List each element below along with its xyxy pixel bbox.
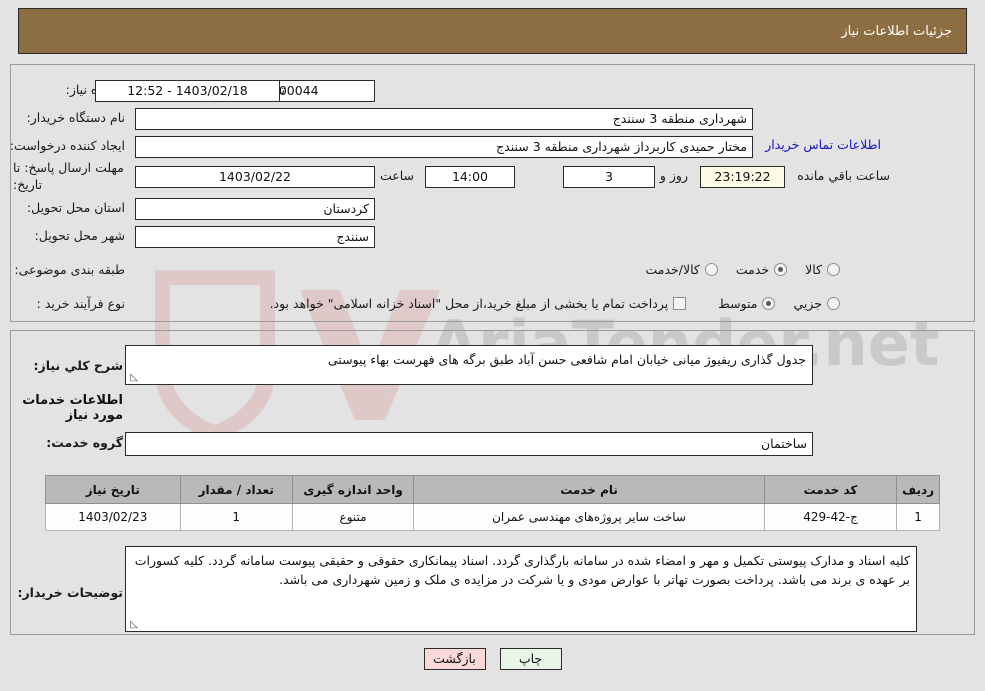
description-label-wrap: شرح کلي نیاز: bbox=[34, 358, 123, 373]
service-group-label-wrap: گروه خدمت: bbox=[46, 435, 123, 450]
cell-need-date: 1403/02/23 bbox=[45, 503, 181, 531]
buyer-notes-label-wrap: توضیحات خریدار: bbox=[17, 585, 123, 600]
cell-name: ساخت سایر پروژه‌های مهندسی عمران bbox=[413, 503, 765, 531]
radio-selected-icon[interactable] bbox=[774, 263, 788, 276]
buyer-org-label: نام دستگاه خریدار: bbox=[26, 110, 125, 125]
province-label: استان محل تحویل: bbox=[26, 200, 125, 215]
services-table: ردیف کد خدمت نام خدمت واحد اندازه گیری ت… bbox=[45, 475, 940, 531]
treasury-doc-checkbox-label: پرداخت تمام یا بخشی از مبلغ خرید،از محل … bbox=[269, 296, 669, 311]
category-radio-group: کالا خدمت کالا/خدمت bbox=[140, 262, 840, 277]
process-type-label: نوع فرآیند خرید : bbox=[36, 296, 125, 311]
table-row[interactable]: 1 ج-42-429 ساخت سایر پروژه‌های مهندسی عم… bbox=[45, 503, 940, 531]
need-details-page: AriaTender.net جزئیات اطلاعات نیاز شماره… bbox=[0, 0, 985, 691]
page-title: جزئیات اطلاعات نیاز bbox=[841, 23, 952, 39]
services-section-heading: اطلاعات خدمات مورد نیاز bbox=[22, 393, 123, 423]
buyer-notes-label: توضیحات خریدار: bbox=[17, 585, 123, 600]
description-label: شرح کلي نیاز: bbox=[33, 358, 123, 373]
cell-code: ج-42-429 bbox=[763, 503, 898, 531]
col-qty: تعداد / مقدار bbox=[179, 475, 293, 504]
deadline-label-wrap: مهلت ارسال پاسخ: تا تاریخ: bbox=[13, 160, 125, 194]
category-option-label: کالا/خدمت bbox=[645, 262, 700, 277]
buyer-notes-text: کلیه اسناد و مدارک پیوستی تکمیل و مهر و … bbox=[134, 553, 910, 588]
print-button[interactable]: چاپ bbox=[499, 648, 562, 670]
remaining-days-label: روز و bbox=[659, 168, 688, 183]
requester-field[interactable]: مختار حمیدی کاربرداز شهرداری منطقه 3 سنن… bbox=[135, 136, 753, 158]
resize-grip-icon[interactable]: ◺ bbox=[128, 373, 138, 383]
deadline-time-label: ساعت bbox=[379, 168, 414, 183]
footer-buttons: بازگشت چاپ bbox=[0, 648, 985, 670]
col-unit: واحد اندازه گیری bbox=[291, 475, 415, 504]
remaining-clock-field: 23:19:22 bbox=[700, 166, 785, 188]
process-option-label: متوسط bbox=[718, 296, 758, 311]
process-option-label: جزیي bbox=[793, 296, 822, 311]
process-type-label-wrap: نوع فرآیند خرید : bbox=[37, 296, 125, 311]
buyer-notes-textarea[interactable]: کلیه اسناد و مدارک پیوستی تکمیل و مهر و … bbox=[125, 546, 917, 632]
process-option-jozei[interactable]: جزیي bbox=[793, 296, 840, 311]
requester-label: ایجاد کننده درخواست: bbox=[9, 138, 125, 153]
category-option-label: کالا bbox=[805, 262, 822, 277]
table-header-row: ردیف کد خدمت نام خدمت واحد اندازه گیری ت… bbox=[45, 475, 940, 504]
col-code: کد خدمت bbox=[763, 475, 898, 504]
city-field[interactable]: سنندج bbox=[135, 226, 375, 248]
description-text: جدول گذاری ریفیوژ میانی خیابان امام شافع… bbox=[327, 352, 806, 367]
checkbox-icon[interactable] bbox=[673, 297, 687, 310]
category-option-khedmat[interactable]: خدمت bbox=[735, 262, 788, 277]
category-label-wrap: طبقه بندی موضوعی: bbox=[14, 262, 125, 277]
cell-unit: متنوع bbox=[291, 503, 415, 531]
deadline-date-field[interactable]: 1403/02/22 bbox=[135, 166, 375, 188]
requester-label-wrap: ایجاد کننده درخواست: bbox=[10, 138, 125, 153]
process-type-radio-group: جزیي متوسط پرداخت تمام یا بخشی از مبلغ خ… bbox=[140, 296, 840, 311]
treasury-doc-checkbox-wrap[interactable]: پرداخت تمام یا بخشی از مبلغ خرید،از محل … bbox=[270, 296, 687, 311]
service-group-label: گروه خدمت: bbox=[46, 435, 123, 450]
province-label-wrap: استان محل تحویل: bbox=[27, 200, 125, 215]
cell-qty: 1 bbox=[179, 503, 293, 531]
col-name: نام خدمت bbox=[413, 475, 765, 504]
category-option-label: خدمت bbox=[735, 262, 770, 277]
remaining-suffix-label: ساعت باقي مانده bbox=[797, 168, 890, 183]
radio-selected-icon[interactable] bbox=[762, 297, 776, 310]
back-button[interactable]: بازگشت bbox=[423, 648, 486, 670]
resize-grip-icon[interactable]: ◺ bbox=[128, 620, 138, 630]
service-group-field[interactable]: ساختمان bbox=[125, 432, 813, 456]
col-need-date: تاریخ نیاز bbox=[45, 475, 181, 504]
page-title-bar: جزئیات اطلاعات نیاز bbox=[18, 8, 967, 54]
process-option-motevaset[interactable]: متوسط bbox=[718, 296, 776, 311]
deadline-time-field[interactable]: 14:00 bbox=[425, 166, 515, 188]
remaining-days-field[interactable]: 3 bbox=[563, 166, 655, 188]
category-option-kala-khedmat[interactable]: کالا/خدمت bbox=[645, 262, 718, 277]
buyer-org-label-wrap: نام دستگاه خریدار: bbox=[27, 110, 125, 125]
category-option-kala[interactable]: کالا bbox=[805, 262, 840, 277]
buyer-org-field[interactable]: شهرداری منطقه 3 سنندج bbox=[135, 108, 753, 130]
category-label: طبقه بندی موضوعی: bbox=[14, 262, 125, 277]
deadline-label: مهلت ارسال پاسخ: تا تاریخ: bbox=[13, 160, 124, 192]
col-radif: ردیف bbox=[896, 475, 940, 504]
buyer-contact-link[interactable]: اطلاعات تماس خریدار bbox=[765, 137, 881, 152]
radio-icon[interactable] bbox=[827, 297, 840, 310]
city-label: شهر محل تحویل: bbox=[34, 228, 125, 243]
radio-icon[interactable] bbox=[704, 263, 718, 276]
cell-radif: 1 bbox=[896, 503, 940, 531]
city-label-wrap: شهر محل تحویل: bbox=[35, 228, 125, 243]
need-info-panel bbox=[10, 64, 975, 322]
description-textarea[interactable]: جدول گذاری ریفیوژ میانی خیابان امام شافع… bbox=[125, 345, 813, 385]
radio-icon[interactable] bbox=[827, 263, 840, 276]
announce-field[interactable]: 1403/02/18 - 12:52 bbox=[95, 80, 280, 102]
province-field[interactable]: کردستان bbox=[135, 198, 375, 220]
